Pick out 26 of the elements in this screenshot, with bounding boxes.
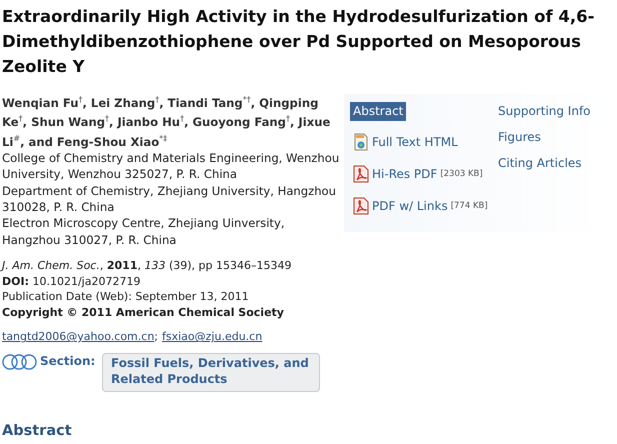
citation: J. Am. Chem. Soc., 2011, 133 (39), pp 15346–15349 [2, 258, 293, 274]
publication-date: Publication Date (Web): September 13, 2011 [2, 289, 250, 305]
pdf-icon [353, 197, 369, 215]
nav-link[interactable]: Full Text HTML [350, 131, 461, 153]
nav-link[interactable]: PDF w/ Links [774 KB] [350, 195, 491, 217]
affiliation: Electron Microscopy Centre, Zhejiang Uinversity, Hangzhou 310027, P. R. China [2, 215, 286, 248]
affiliation: Department of Chemistry, Zhejiang University, Hangzhou 310028, P. R. China [2, 182, 337, 216]
document-icon [353, 133, 369, 151]
doi: DOI: 10.1021/ja2072719 [2, 274, 142, 290]
separator: ; [154, 329, 158, 346]
email-link[interactable]: tangtd2006@yahoo.com.cn [2, 329, 154, 346]
copyright: Copyright © 2011 American Chemical Society [2, 304, 285, 320]
pdf-icon [353, 165, 369, 183]
author-list: Wenqian Fu$^{†}$, Lei Zhang$^{†}$, Tiandi Tang$^{*†}$, Qingping Ke$^{†}$, Shun Wang$^{†}$, Jianbo Hu$^{†}$, Guoyong Fang$^{†}$, Jixue Li$^{#}$, and Feng-Shou Xiao$^{*‡}$ [2, 92, 340, 150]
nav-link[interactable]: Abstract [350, 102, 406, 121]
email-link[interactable]: fsxiao@zju.edu.cn [162, 329, 262, 346]
affiliation: College of Chemistry and Materials Engineering, Wenzhou University, Wenzhou 325027, P. R. China [2, 150, 340, 183]
nav-link[interactable]: Figures [495, 128, 594, 147]
nav-link[interactable]: Citing Articles [495, 154, 594, 173]
nav-link[interactable]: Supporting Info [495, 102, 594, 121]
section-label: Section: [40, 352, 96, 370]
nav-link[interactable]: Hi-Res PDF [2303 KB] [350, 163, 486, 185]
section-tag[interactable]: Fossil Fuels, Derivatives, and Related Products [102, 352, 320, 392]
rings-logo-icon [2, 354, 38, 370]
abstract-heading: Abstract [2, 422, 73, 440]
article-title: Extraordinarily High Activity in the Hydrodesulfurization of 4,6-Dimethyldibenzothiophene over Pd Supported on Mesoporous Zeolite Y [2, 6, 596, 78]
